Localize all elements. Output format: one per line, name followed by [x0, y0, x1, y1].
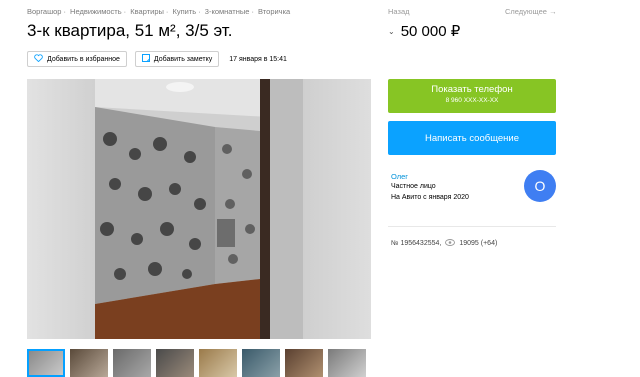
listing-meta: № 1956432554, 19095 (+64): [391, 239, 497, 248]
thumbnail[interactable]: [242, 349, 280, 377]
breadcrumb-item[interactable]: Квартиры: [130, 7, 164, 16]
main-photo: [95, 79, 303, 339]
breadcrumb-item[interactable]: Вторичка: [258, 7, 290, 16]
avatar-letter: О: [534, 178, 546, 194]
thumbnail[interactable]: [70, 349, 108, 377]
eye-icon: [445, 239, 456, 248]
thumbnail[interactable]: [328, 349, 366, 377]
breadcrumb-item[interactable]: Воргашор: [27, 7, 61, 16]
show-phone-label: Показать телефон: [431, 84, 513, 95]
seller-name[interactable]: Олег: [391, 172, 408, 181]
photo-gallery[interactable]: [27, 79, 371, 339]
note-icon: [141, 54, 150, 64]
listing-date: 17 января в 15:41: [229, 55, 287, 63]
price-row: ⌄ 50 000 ₽: [388, 22, 460, 40]
view-count: 19095 (+64): [459, 240, 498, 247]
add-to-favorites-button[interactable]: Добавить в избранное: [27, 51, 127, 67]
thumbnail[interactable]: [113, 349, 151, 377]
write-message-button[interactable]: Написать сообщение: [388, 121, 556, 155]
seller-since: На Авито с января 2020: [391, 194, 469, 201]
write-message-label: Написать сообщение: [424, 132, 520, 144]
breadcrumb-item[interactable]: 3-комнатные: [205, 7, 250, 16]
thumbnail-strip: [27, 349, 366, 377]
chevron-down-icon[interactable]: ⌄: [388, 27, 395, 36]
thumbnail[interactable]: [199, 349, 237, 377]
breadcrumb-item[interactable]: Недвижимость: [70, 7, 122, 16]
gallery-prev-area[interactable]: [27, 79, 95, 339]
page-title: 3-к квартира, 51 м², 3/5 эт.: [27, 21, 233, 40]
next-link[interactable]: Следующее →: [505, 7, 557, 16]
phone-number: 8 960 XXX-XX-XX: [445, 97, 499, 104]
listing-actions: Добавить в избранное Добавить заметку 17…: [27, 51, 287, 67]
note-label: Добавить заметку: [153, 55, 213, 63]
add-note-button[interactable]: Добавить заметку: [134, 51, 220, 67]
price: 50 000 ₽: [400, 23, 461, 40]
gallery-next-area[interactable]: [303, 79, 371, 339]
heart-icon: [34, 54, 43, 64]
listing-number: № 1956432554,: [391, 240, 442, 247]
avatar[interactable]: О: [524, 170, 556, 202]
show-phone-button[interactable]: Показать телефон 8 960 XXX-XX-XX: [388, 79, 556, 113]
seller-type: Частное лицо: [391, 183, 436, 190]
favorite-label: Добавить в избранное: [47, 55, 120, 63]
back-link[interactable]: Назад: [388, 7, 410, 16]
thumbnail[interactable]: [156, 349, 194, 377]
thumbnail[interactable]: [27, 349, 65, 377]
divider: [388, 226, 556, 227]
breadcrumb-item[interactable]: Купить: [172, 7, 196, 16]
breadcrumb: Воргашор · Недвижимость · Квартиры · Купить…: [27, 7, 291, 16]
thumbnail[interactable]: [285, 349, 323, 377]
